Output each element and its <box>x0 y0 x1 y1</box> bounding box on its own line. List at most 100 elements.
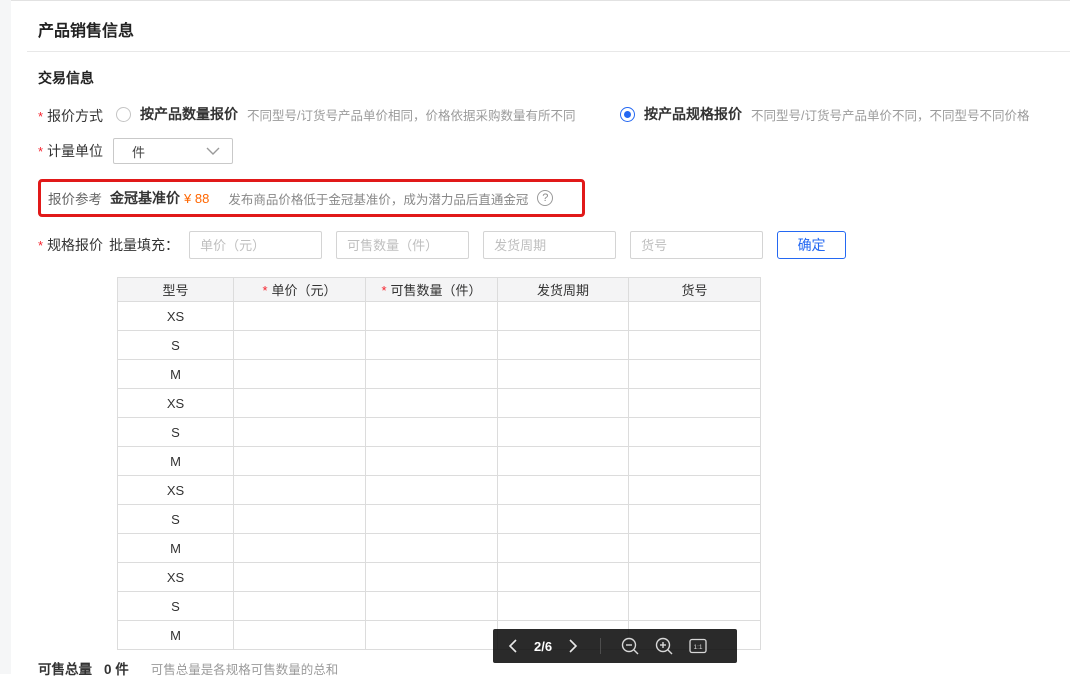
itemno-cell[interactable] <box>628 591 761 621</box>
prev-page-button[interactable] <box>508 639 517 653</box>
model-cell: XS <box>117 475 234 505</box>
zoom-out-button[interactable] <box>621 637 640 656</box>
help-icon[interactable]: ? <box>537 190 554 206</box>
radio-quote-by-spec-label: 按产品规格报价 <box>644 106 742 122</box>
table-row: M <box>117 359 761 389</box>
quantity-cell[interactable] <box>365 359 498 389</box>
summary-row: 可售总量 0 件 可售总量是各规格可售数量的总和 <box>38 658 338 678</box>
zoom-in-button[interactable] <box>655 637 674 656</box>
page-indicator: 2/6 <box>534 638 553 654</box>
spec-quote-label: * 规格报价 <box>38 237 104 253</box>
itemno-cell[interactable] <box>628 301 761 331</box>
price-cell[interactable] <box>233 330 366 360</box>
quantity-cell[interactable] <box>365 533 498 563</box>
col-header-3: 发货周期 <box>497 277 629 302</box>
price-cell[interactable] <box>233 620 366 650</box>
cycle-cell[interactable] <box>497 591 629 621</box>
cycle-cell[interactable] <box>497 533 629 563</box>
spec-table-wrap: 型号 * 单价（元） * 可售数量（件） 发货周期 货号 XS S M XS S M XS S M XS S M <box>117 277 761 650</box>
price-cell[interactable] <box>233 301 366 331</box>
itemno-cell[interactable] <box>628 359 761 389</box>
batch-quantity-input[interactable] <box>336 231 470 259</box>
price-cell[interactable] <box>233 446 366 476</box>
model-cell: M <box>117 446 234 476</box>
model-cell: S <box>117 330 234 360</box>
cycle-cell[interactable] <box>497 475 629 505</box>
cycle-cell[interactable] <box>497 504 629 534</box>
cycle-cell[interactable] <box>497 330 629 360</box>
cycle-cell[interactable] <box>497 359 629 389</box>
table-row: XS <box>117 301 761 331</box>
quantity-cell[interactable] <box>365 301 498 331</box>
annotation-highlight-box: 报价参考 金冠基准价 ¥ 88 发布商品价格低于金冠基准价，成为潜力品后直通金冠… <box>38 179 585 217</box>
required-asterisk: * <box>38 109 44 124</box>
total-quantity-value: 0 件 <box>104 662 129 677</box>
unit-select[interactable]: 件 <box>113 138 233 164</box>
radio-quote-by-quantity-label: 按产品数量报价 <box>140 106 238 122</box>
cycle-cell[interactable] <box>497 562 629 592</box>
toolbar-divider <box>600 638 602 654</box>
section-title-transaction-info: 交易信息 <box>38 70 94 86</box>
price-cell[interactable] <box>233 417 366 447</box>
price-cell[interactable] <box>233 562 366 592</box>
price-cell[interactable] <box>233 388 366 418</box>
model-cell: M <box>117 359 234 389</box>
itemno-cell[interactable] <box>628 388 761 418</box>
table-row: XS <box>117 475 761 505</box>
radio-quote-by-quantity[interactable]: 按产品数量报价 不同型号/订货号产品单价相同，价格依据采购数量有所不同 <box>116 104 575 124</box>
required-asterisk: * <box>381 283 387 298</box>
next-page-button[interactable] <box>569 639 578 653</box>
itemno-cell[interactable] <box>628 533 761 563</box>
itemno-cell[interactable] <box>628 417 761 447</box>
cycle-cell[interactable] <box>497 388 629 418</box>
price-cell[interactable] <box>233 475 366 505</box>
table-row: XS <box>117 562 761 592</box>
spec-table: 型号 * 单价（元） * 可售数量（件） 发货周期 货号 XS S M XS S M XS S M XS S M <box>117 277 761 650</box>
batch-price-input[interactable] <box>189 231 323 259</box>
model-cell: S <box>117 417 234 447</box>
quote-method-row: * 报价方式 按产品数量报价 不同型号/订货号产品单价相同，价格依据采购数量有所不… <box>38 104 1070 126</box>
itemno-cell[interactable] <box>628 504 761 534</box>
cycle-cell[interactable] <box>497 417 629 447</box>
quantity-cell[interactable] <box>365 620 498 650</box>
radio-unselected-icon[interactable] <box>116 106 131 122</box>
price-cell[interactable] <box>233 359 366 389</box>
quantity-cell[interactable] <box>365 504 498 534</box>
quantity-cell[interactable] <box>365 388 498 418</box>
batch-cycle-input[interactable] <box>483 231 617 259</box>
zoom-out-icon <box>621 637 639 654</box>
required-asterisk: * <box>262 283 268 298</box>
page-title: 产品销售信息 <box>38 23 135 40</box>
radio-quote-by-spec[interactable]: 按产品规格报价 不同型号/订货号产品单价不同，不同型号不同价格 <box>620 104 1029 124</box>
model-cell: XS <box>117 301 234 331</box>
total-quantity-desc: 可售总量是各规格可售数量的总和 <box>150 662 339 677</box>
col-header-4: 货号 <box>628 277 761 302</box>
quantity-cell[interactable] <box>365 562 498 592</box>
unit-row: * 计量单位 件 <box>38 138 233 164</box>
cycle-cell[interactable] <box>497 446 629 476</box>
quantity-cell[interactable] <box>365 446 498 476</box>
itemno-cell[interactable] <box>628 562 761 592</box>
batch-fill-label: 批量填充： <box>109 237 180 253</box>
table-row: S <box>117 417 761 447</box>
itemno-cell[interactable] <box>628 475 761 505</box>
itemno-cell[interactable] <box>628 446 761 476</box>
itemno-cell[interactable] <box>628 330 761 360</box>
cycle-cell[interactable] <box>497 301 629 331</box>
table-row: XS <box>117 388 761 418</box>
confirm-button[interactable]: 确定 <box>777 231 847 259</box>
quantity-cell[interactable] <box>365 591 498 621</box>
col-header-0: 型号 <box>117 277 234 302</box>
price-cell[interactable] <box>233 504 366 534</box>
batch-itemno-input[interactable] <box>630 231 764 259</box>
quantity-cell[interactable] <box>365 330 498 360</box>
price-cell[interactable] <box>233 533 366 563</box>
reference-label: 报价参考 <box>48 192 102 207</box>
radio-selected-icon[interactable] <box>620 106 635 122</box>
quantity-cell[interactable] <box>365 417 498 447</box>
quantity-cell[interactable] <box>365 475 498 505</box>
col-header-1: * 单价（元） <box>233 277 366 302</box>
svg-text:1:1: 1:1 <box>694 644 703 651</box>
actual-size-button[interactable]: 1:1 <box>689 637 707 655</box>
price-cell[interactable] <box>233 591 366 621</box>
